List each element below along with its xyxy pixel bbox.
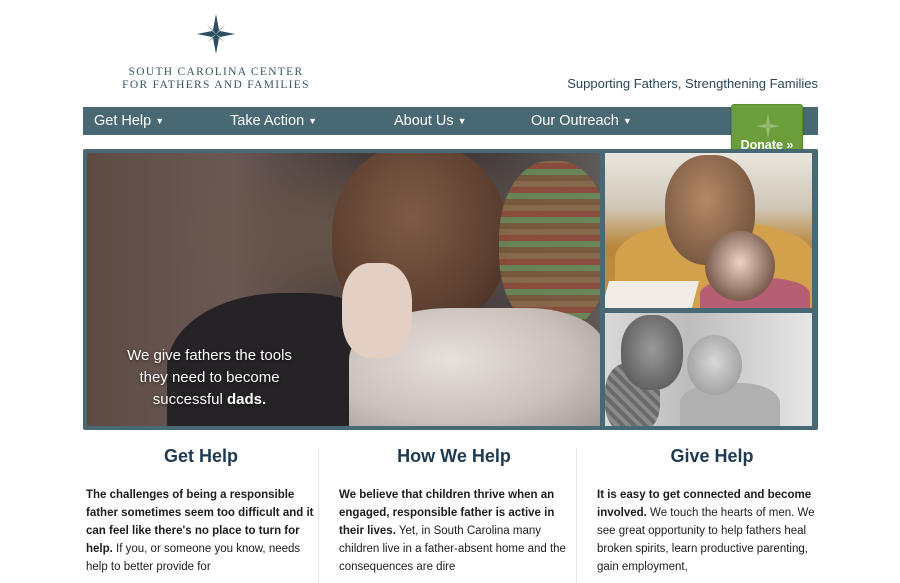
nav-item-label: About Us	[394, 113, 454, 129]
hero-side-image-bottom[interactable]	[605, 313, 812, 426]
logo-line-2: for Fathers and Families	[122, 79, 310, 91]
hero-caption-line: We give fathers the tools	[127, 347, 292, 364]
hero-photo-shape	[342, 263, 412, 358]
hero-photo-shape	[621, 315, 683, 390]
hero-caption-line: they need to become	[139, 369, 280, 386]
hero-photo-shape	[687, 335, 742, 395]
caret-down-icon: ▼	[155, 116, 165, 126]
site-logo[interactable]: South Carolina Center for Fathers and Fa…	[118, 14, 314, 92]
compass-star-icon	[756, 113, 780, 139]
hero-caption-bold: dads.	[227, 391, 267, 408]
nav-item-label: Our Outreach	[531, 113, 619, 129]
hero-caption-line: successful dads.	[107, 389, 312, 411]
site-tagline: Supporting Fathers, Strengthening Famili…	[567, 76, 818, 91]
hero-side-image-top[interactable]	[605, 153, 812, 308]
column-get-help: Get Help The challenges of being a respo…	[86, 446, 316, 576]
logo-line-1: South Carolina Center	[128, 66, 304, 78]
column-text: It is easy to get connected and become i…	[597, 486, 827, 576]
column-title[interactable]: Give Help	[597, 446, 827, 467]
nav-item-get-help[interactable]: Get Help ▼	[94, 107, 164, 135]
nav-item-take-action[interactable]: Take Action ▼	[230, 107, 317, 135]
nav-item-label: Get Help	[94, 113, 152, 129]
hero-caption-text: successful	[152, 391, 223, 408]
compass-star-icon	[197, 14, 235, 54]
hero-photo-shape	[705, 231, 775, 301]
column-divider	[576, 448, 577, 583]
column-give-help: Give Help It is easy to get connected an…	[597, 446, 827, 576]
caret-down-icon: ▼	[622, 116, 632, 126]
nav-item-our-outreach[interactable]: Our Outreach ▼	[531, 107, 632, 135]
hero-caption: We give fathers the tools they need to b…	[107, 345, 312, 411]
hero-banner: We give fathers the tools they need to b…	[83, 149, 818, 430]
hero-main-image[interactable]: We give fathers the tools they need to b…	[87, 153, 600, 426]
column-title[interactable]: How We Help	[339, 446, 569, 467]
column-title[interactable]: Get Help	[86, 446, 316, 467]
column-how-we-help: How We Help We believe that children thr…	[339, 446, 569, 576]
column-body: If you, or someone you know, needs help …	[86, 543, 301, 573]
hero-photo-shape	[499, 161, 600, 331]
nav-item-label: Take Action	[230, 113, 305, 129]
logo-text: South Carolina Center for Fathers and Fa…	[118, 66, 314, 92]
nav-item-about-us[interactable]: About Us ▼	[394, 107, 467, 135]
column-divider	[318, 448, 319, 583]
main-nav: Get Help ▼ Take Action ▼ About Us ▼ Our Out…	[83, 107, 818, 135]
hero-photo-shape	[605, 281, 700, 308]
caret-down-icon: ▼	[308, 116, 318, 126]
caret-down-icon: ▼	[457, 116, 467, 126]
column-text: We believe that children thrive when an …	[339, 486, 569, 576]
column-text: The challenges of being a responsible fa…	[86, 486, 316, 576]
